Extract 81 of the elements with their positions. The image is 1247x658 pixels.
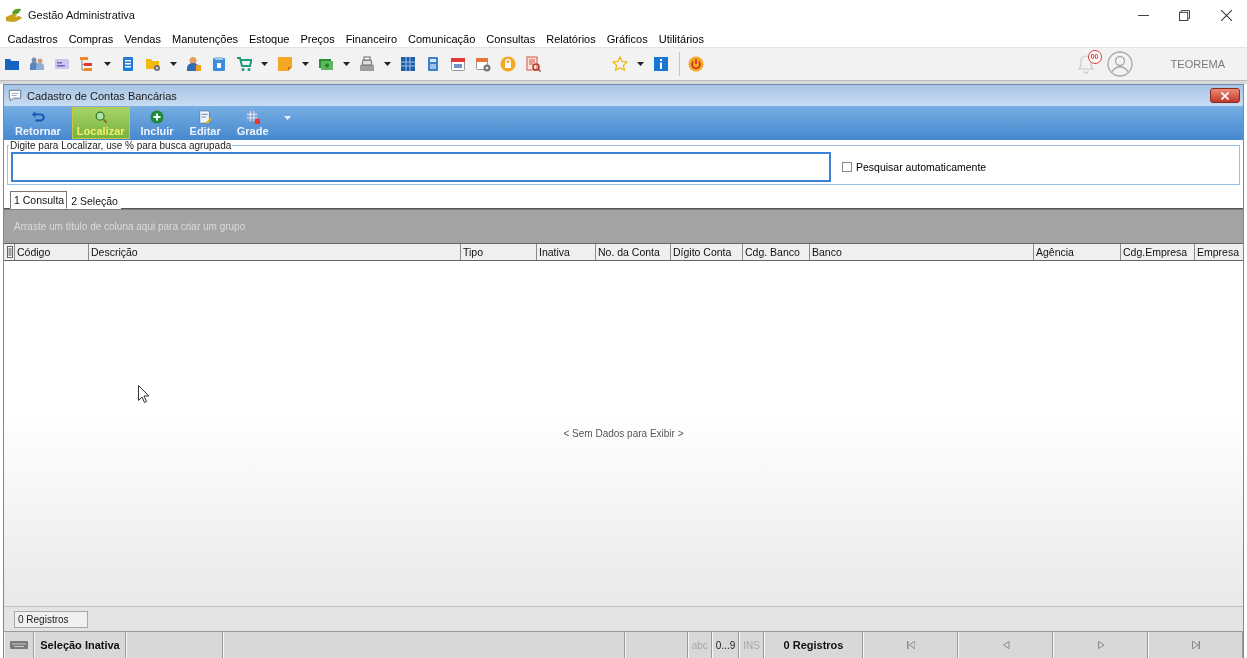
- folder-icon[interactable]: [4, 56, 20, 72]
- document-search-icon[interactable]: [525, 56, 541, 72]
- grid-icon: [245, 109, 260, 124]
- record-count: 0 Registros: [14, 610, 88, 628]
- banknote-icon[interactable]: [318, 56, 334, 72]
- caret-icon[interactable]: [302, 62, 309, 66]
- column-header[interactable]: Descrição: [88, 244, 460, 260]
- search-icon: [93, 109, 108, 124]
- column-header[interactable]: No. da Conta: [595, 244, 670, 260]
- checkbox[interactable]: [842, 161, 852, 172]
- status-record-count: 0 Registros: [783, 639, 844, 651]
- person-icon[interactable]: [186, 56, 202, 72]
- close-icon: [1221, 91, 1229, 100]
- undo-arrow-icon: [30, 109, 45, 124]
- status-indicator: 0...9: [715, 639, 736, 651]
- column-header[interactable]: Inativa: [536, 244, 595, 260]
- note-icon[interactable]: [277, 56, 293, 72]
- column-header[interactable]: Empresa: [1194, 244, 1243, 260]
- first-page-icon[interactable]: [906, 641, 915, 649]
- keyboard-icon: [10, 641, 28, 649]
- star-icon[interactable]: [612, 56, 628, 72]
- plus-icon: [150, 109, 165, 124]
- user-name[interactable]: TEOREMA: [1170, 58, 1225, 70]
- window-title: Gestão Administrativa: [28, 9, 135, 21]
- calendar-gear-icon[interactable]: [475, 56, 491, 72]
- checkbox-label[interactable]: Pesquisar automaticamente: [856, 160, 987, 173]
- column-chooser-icon[interactable]: [7, 246, 13, 258]
- app-icon: [6, 8, 22, 22]
- info-icon[interactable]: [653, 56, 669, 72]
- column-header[interactable]: Código: [14, 244, 88, 260]
- caret-icon[interactable]: [261, 62, 268, 66]
- column-header[interactable]: Agência: [1033, 244, 1120, 260]
- menu-item[interactable]: Relatórios: [540, 32, 602, 45]
- status-text: Seleção Inativa: [40, 639, 120, 651]
- hierarchy-icon[interactable]: [79, 56, 95, 72]
- form-title: Cadastro de Contas Bancárias: [27, 89, 177, 102]
- tab[interactable]: 1 Consulta: [10, 191, 68, 209]
- caret-icon[interactable]: [104, 62, 111, 66]
- search-field[interactable]: [11, 151, 831, 182]
- document-icon[interactable]: [120, 56, 136, 72]
- column-header[interactable]: Dígito Conta: [670, 244, 742, 260]
- menu-item[interactable]: Comunicação: [402, 32, 481, 45]
- edit-icon: [198, 109, 213, 124]
- column-header[interactable]: Cdg.Empresa: [1120, 244, 1194, 260]
- card-icon[interactable]: [54, 56, 70, 72]
- caret-icon[interactable]: [343, 62, 350, 66]
- calendar-icon[interactable]: [450, 56, 466, 72]
- menu-item[interactable]: Financeiro: [340, 32, 403, 45]
- column-header[interactable]: Banco: [809, 244, 1033, 260]
- caret-icon[interactable]: [637, 62, 644, 66]
- menu-item[interactable]: Cadastros: [2, 32, 64, 45]
- cash-register-icon[interactable]: [359, 56, 375, 72]
- power-icon[interactable]: [688, 56, 704, 72]
- menu-item[interactable]: Gráficos: [601, 32, 654, 45]
- clipboard-icon[interactable]: [211, 56, 227, 72]
- speech-bubble-icon: [8, 88, 22, 103]
- cart-icon[interactable]: [236, 56, 252, 72]
- column-header[interactable]: Cdg. Banco: [742, 244, 809, 260]
- menu-item[interactable]: Compras: [63, 32, 119, 45]
- close-icon[interactable]: [1221, 9, 1232, 21]
- folder-gear-icon[interactable]: [145, 56, 161, 72]
- restore-icon[interactable]: [1179, 9, 1190, 21]
- next-icon[interactable]: [1096, 641, 1105, 649]
- previous-icon[interactable]: [1001, 641, 1010, 649]
- spreadsheet-icon[interactable]: [400, 56, 416, 72]
- calculator-icon[interactable]: [425, 56, 441, 72]
- menu-item[interactable]: Utilitários: [653, 32, 710, 45]
- last-page-icon[interactable]: [1191, 641, 1200, 649]
- mouse-pointer-icon: [138, 385, 150, 403]
- menu-item[interactable]: Vendas: [118, 32, 167, 45]
- search-legend: Digite para Localizar, use % para busca agrupada: [9, 140, 233, 151]
- people-icon[interactable]: [29, 56, 45, 72]
- menu-item[interactable]: Preços: [294, 32, 341, 45]
- menu-item[interactable]: Estoque: [243, 32, 295, 45]
- menu-item[interactable]: Consultas: [480, 32, 541, 45]
- caret-icon[interactable]: [384, 62, 391, 66]
- column-header[interactable]: Tipo: [460, 244, 536, 260]
- empty-message: < Sem Dados para Exibir >: [563, 428, 684, 439]
- caret-icon[interactable]: [170, 62, 177, 66]
- menu-item[interactable]: Manutenções: [166, 32, 244, 45]
- close-button[interactable]: [1210, 88, 1240, 103]
